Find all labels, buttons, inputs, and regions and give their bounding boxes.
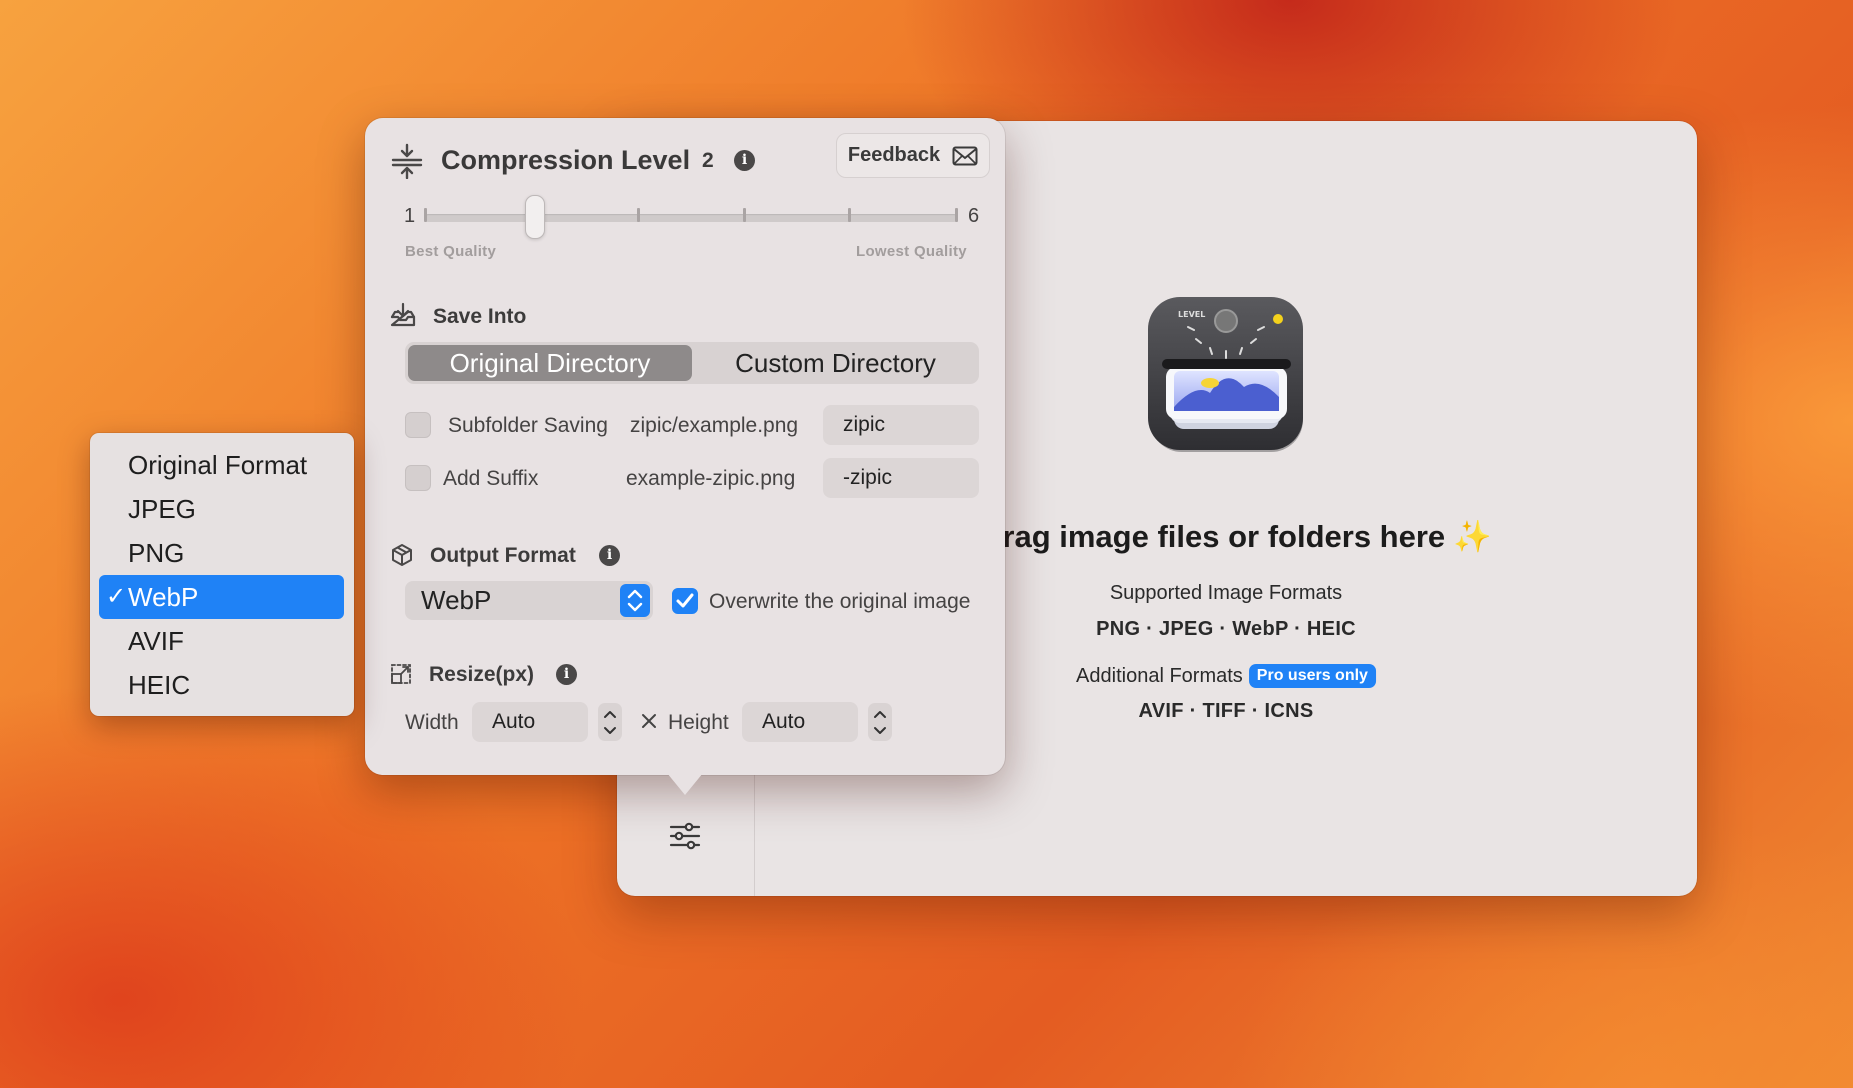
save-into-title: Save Into <box>433 305 527 328</box>
chevron-up-down-icon <box>874 711 886 734</box>
menu-item-jpeg[interactable]: JPEG <box>99 487 344 531</box>
slider-tick <box>848 208 851 222</box>
overwrite-checkbox[interactable] <box>672 588 698 614</box>
times-icon <box>640 712 658 735</box>
menu-item-webp[interactable]: ✓ WebP <box>99 575 344 619</box>
menu-item-heic[interactable]: HEIC <box>99 663 344 707</box>
supported-formats-list: PNG · JPEG · WebP · HEIC <box>1096 618 1356 640</box>
sliders-icon <box>669 822 701 850</box>
menu-item-original-format[interactable]: Original Format <box>99 443 344 487</box>
feedback-label: Feedback <box>847 144 941 166</box>
best-quality-hint: Best Quality <box>405 243 497 260</box>
compression-info-icon[interactable]: i <box>734 150 755 171</box>
feedback-button[interactable]: Feedback <box>836 133 990 178</box>
cube-icon <box>390 543 414 572</box>
suffix-input[interactable]: -zipic <box>823 458 979 498</box>
app-logo-icon: LEVEL <box>1148 297 1305 454</box>
slider-tick <box>743 208 746 222</box>
suffix-example: example-zipic.png <box>626 467 796 490</box>
width-label: Width <box>405 711 459 734</box>
slider-tick <box>955 208 958 222</box>
height-label: Height <box>668 711 729 734</box>
resize-title: Resize(px) <box>429 663 535 686</box>
compression-slider-track[interactable] <box>424 214 958 222</box>
compression-value: 2 <box>702 149 714 172</box>
slider-tick <box>637 208 640 222</box>
width-input[interactable]: Auto <box>472 702 588 742</box>
additional-formats: Additional Formats Pro users only <box>1076 664 1376 688</box>
slider-tick <box>424 208 427 222</box>
pro-badge: Pro users only <box>1248 664 1376 688</box>
output-format-popup[interactable]: WebP <box>405 581 653 620</box>
suffix-label: Add Suffix <box>443 467 539 490</box>
subfolder-example: zipic/example.png <box>630 414 799 437</box>
supported-formats-label: Supported Image Formats <box>1109 582 1343 604</box>
format-menu: Original Format JPEG PNG ✓ WebP AVIF HEI… <box>90 433 354 716</box>
output-format-value: WebP <box>421 585 492 615</box>
subfolder-checkbox[interactable] <box>405 412 431 438</box>
menu-item-label: AVIF <box>128 626 184 656</box>
compress-arrows-icon <box>391 143 423 184</box>
lowest-quality-hint: Lowest Quality <box>856 243 967 260</box>
output-format-title: Output Format <box>430 544 576 567</box>
resize-icon <box>390 663 412 690</box>
menu-item-png[interactable]: PNG <box>99 531 344 575</box>
slider-max-label: 6 <box>968 205 980 227</box>
checkmark-icon <box>676 593 694 608</box>
additional-formats-list: AVIF · TIFF · ICNS <box>1138 700 1314 722</box>
compression-title: Compression Level <box>441 145 691 175</box>
menu-item-label: Original Format <box>128 450 308 480</box>
menu-item-label: JPEG <box>128 494 196 524</box>
width-stepper[interactable] <box>598 703 622 741</box>
compression-slider-knob[interactable] <box>525 195 545 239</box>
settings-button[interactable] <box>665 816 705 856</box>
envelope-icon <box>952 146 978 165</box>
menu-item-avif[interactable]: AVIF <box>99 619 344 663</box>
subfolder-label: Subfolder Saving <box>448 414 608 437</box>
checkmark-icon: ✓ <box>106 583 127 610</box>
drop-title: Drag image files or folders here ✨ <box>980 519 1492 554</box>
menu-item-label: WebP <box>128 582 199 612</box>
segment-original-directory[interactable]: Original Directory <box>408 345 692 381</box>
chevron-up-down-icon <box>604 711 616 734</box>
output-format-info-icon[interactable]: i <box>599 545 620 566</box>
tray-download-icon <box>390 302 416 333</box>
subfolder-name-input[interactable]: zipic <box>823 405 979 445</box>
height-input[interactable]: Auto <box>742 702 858 742</box>
popover-arrow <box>667 773 703 795</box>
sparkle-icon: ✨ <box>1453 519 1492 554</box>
additional-formats-label: Additional Formats <box>1076 665 1243 687</box>
slider-min-label: 1 <box>404 205 416 227</box>
suffix-checkbox[interactable] <box>405 465 431 491</box>
svg-text:LEVEL: LEVEL <box>1178 310 1205 319</box>
menu-item-label: HEIC <box>128 670 191 700</box>
resize-info-icon[interactable]: i <box>556 664 577 685</box>
save-into-segmented: Original Directory Custom Directory <box>405 342 979 384</box>
chevron-up-down-icon <box>620 584 650 617</box>
height-stepper[interactable] <box>868 703 892 741</box>
overwrite-label: Overwrite the original image <box>709 590 971 613</box>
menu-item-label: PNG <box>128 538 185 568</box>
segment-custom-directory[interactable]: Custom Directory <box>695 345 976 381</box>
